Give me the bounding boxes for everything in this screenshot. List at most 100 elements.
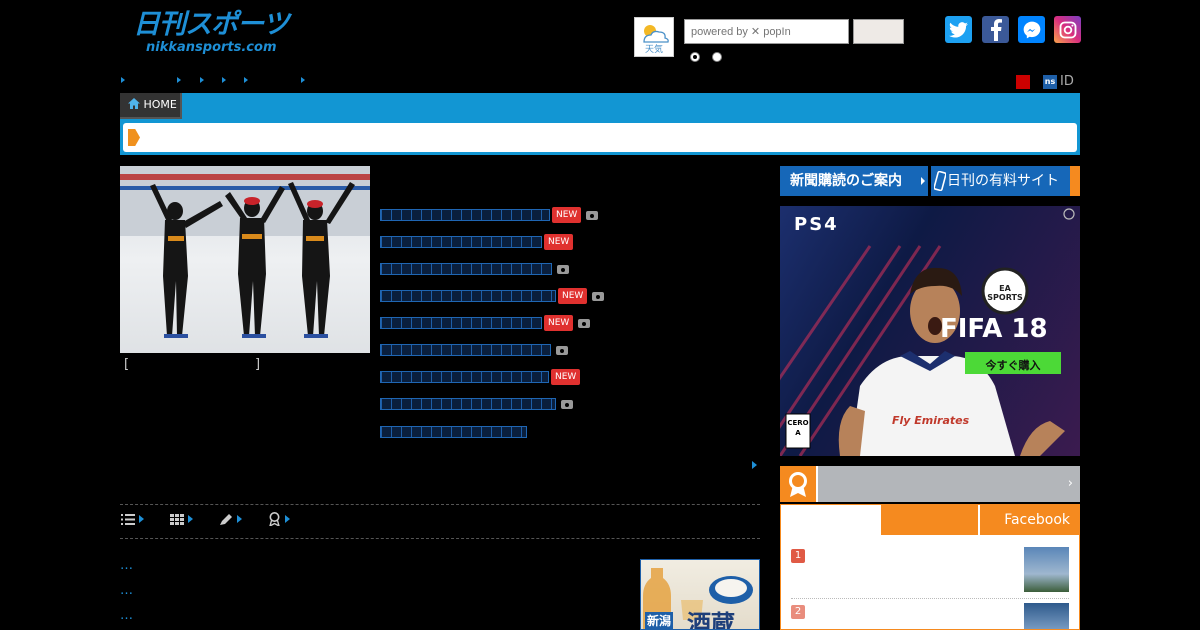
list-item-ellipsis[interactable]: … (120, 558, 133, 573)
headline-item[interactable] (380, 343, 568, 357)
instagram-icon[interactable] (1054, 16, 1081, 43)
camera-icon (586, 210, 599, 220)
column-button[interactable] (219, 511, 242, 527)
fifa18-advertisement[interactable]: PS4 EA SPORTS FIFA 18 今すぐ購入 Fly Emirates… (780, 206, 1080, 456)
grid-view-button[interactable] (170, 511, 193, 527)
pen-icon (220, 513, 232, 525)
subnav-arrow[interactable] (177, 77, 181, 83)
tab-home[interactable]: HOME (120, 93, 182, 119)
divider (120, 538, 760, 539)
subnav-arrow[interactable] (244, 77, 248, 83)
home-icon (128, 98, 140, 109)
headline-item[interactable]: NEW (380, 315, 591, 331)
headline-link[interactable] (380, 371, 549, 383)
headline-item[interactable]: NEW (380, 234, 574, 250)
headline-link[interactable] (380, 263, 552, 275)
headline-link[interactable] (380, 426, 527, 438)
medal-icon (789, 472, 807, 497)
paid-site-label: 日刊の有料サイト (947, 173, 1059, 189)
camera-icon (578, 318, 591, 328)
headline-link[interactable] (380, 290, 556, 302)
divider (120, 504, 760, 505)
new-badge: NEW (544, 234, 574, 250)
subnav-arrow[interactable] (301, 77, 305, 83)
headline-link[interactable] (380, 236, 542, 248)
new-badge: NEW (552, 207, 582, 223)
ea-sports-logo: EA SPORTS (987, 284, 1023, 302)
home-label: HOME (143, 98, 177, 111)
facebook-icon[interactable] (982, 16, 1009, 43)
headline-item[interactable]: NEW (380, 207, 599, 223)
divider (791, 598, 1069, 599)
cero-rating: CERO A (787, 419, 809, 437)
ns-badge[interactable]: ns (1043, 75, 1057, 89)
camera-icon (556, 345, 568, 355)
sake-advertisement[interactable]: 新潟 酒蔵 (640, 559, 760, 630)
chevron-right-icon (921, 177, 925, 185)
ranking-number: 1 (791, 549, 805, 563)
ranking-tab-2[interactable] (881, 505, 978, 535)
more-news-arrow[interactable] (752, 461, 757, 469)
twitter-icon[interactable] (945, 16, 972, 43)
headline-link[interactable] (380, 344, 551, 356)
chevron-right-icon (237, 515, 242, 523)
subnav-arrow[interactable] (200, 77, 204, 83)
logo-english: nikkansports.com (146, 40, 277, 55)
camera-icon (592, 291, 605, 301)
chevron-right-icon (188, 515, 193, 523)
sake-ad-title: 酒蔵 (687, 609, 735, 630)
photo-caption-close: ] (255, 357, 261, 372)
orange-tab (1070, 166, 1080, 196)
site-logo[interactable]: 日刊スポーツ nikkansports.com (133, 9, 289, 58)
search-scope-radio-web[interactable] (712, 52, 722, 62)
photo-caption-open: [ (124, 357, 130, 372)
weather-widget[interactable]: 天気 (634, 17, 674, 57)
ranking-panel: Facebook 1 2 (780, 504, 1080, 630)
news-ticker[interactable] (123, 123, 1077, 152)
list-item-ellipsis[interactable]: … (120, 608, 133, 623)
headline-item[interactable] (380, 262, 569, 276)
ranking-header[interactable]: › (780, 466, 1080, 502)
messenger-icon[interactable] (1018, 16, 1045, 43)
chevron-right-icon (139, 515, 144, 523)
ranking-tab-facebook[interactable]: Facebook (980, 505, 1079, 535)
skaters-image (120, 166, 370, 338)
ranking-button[interactable] (268, 511, 290, 527)
paid-site-button[interactable]: 日刊の有料サイト (931, 166, 1080, 196)
subscribe-label: 新聞購読のご案内 (790, 173, 902, 189)
subnav-arrow[interactable] (121, 77, 125, 83)
list-item-ellipsis[interactable]: … (120, 583, 133, 598)
headline-item[interactable] (380, 425, 527, 439)
sponsor-text: Fly Emirates (892, 414, 970, 427)
chevron-right-icon: › (1067, 476, 1073, 491)
ranking-thumbnail[interactable] (1024, 603, 1069, 629)
subnav-arrow[interactable] (222, 77, 226, 83)
headline-link[interactable] (380, 398, 556, 410)
headline-item[interactable]: NEW (380, 288, 605, 304)
buy-now-button[interactable]: 今すぐ購入 (965, 357, 1061, 373)
headline-item[interactable]: NEW (380, 369, 581, 385)
headline-link[interactable] (380, 209, 550, 221)
ranking-medal (780, 466, 818, 502)
logo-japanese: 日刊スポーツ (133, 9, 289, 40)
notification-square[interactable] (1016, 75, 1030, 89)
headline-link[interactable] (380, 317, 542, 329)
smartphone-icon (934, 171, 946, 191)
list-view-button[interactable] (121, 511, 144, 527)
new-badge: NEW (544, 315, 574, 331)
search-button[interactable] (853, 19, 904, 44)
fifa18-title: FIFA 18 (940, 314, 1048, 344)
search-scope-radio-site[interactable] (690, 52, 700, 62)
grid-icon (170, 513, 184, 525)
camera-icon (557, 264, 569, 274)
subscribe-button[interactable]: 新聞購読のご案内 (780, 166, 928, 196)
search-input[interactable] (684, 19, 849, 44)
ranking-thumbnail[interactable] (1024, 547, 1069, 592)
new-badge: NEW (551, 369, 581, 385)
top-news-photo[interactable] (120, 166, 370, 353)
sake-ad-region: 新潟 (645, 612, 674, 629)
headline-item[interactable] (380, 397, 573, 411)
id-link[interactable]: ID (1060, 74, 1074, 89)
weather-label: 天気 (644, 45, 663, 55)
list-icon (121, 513, 135, 525)
